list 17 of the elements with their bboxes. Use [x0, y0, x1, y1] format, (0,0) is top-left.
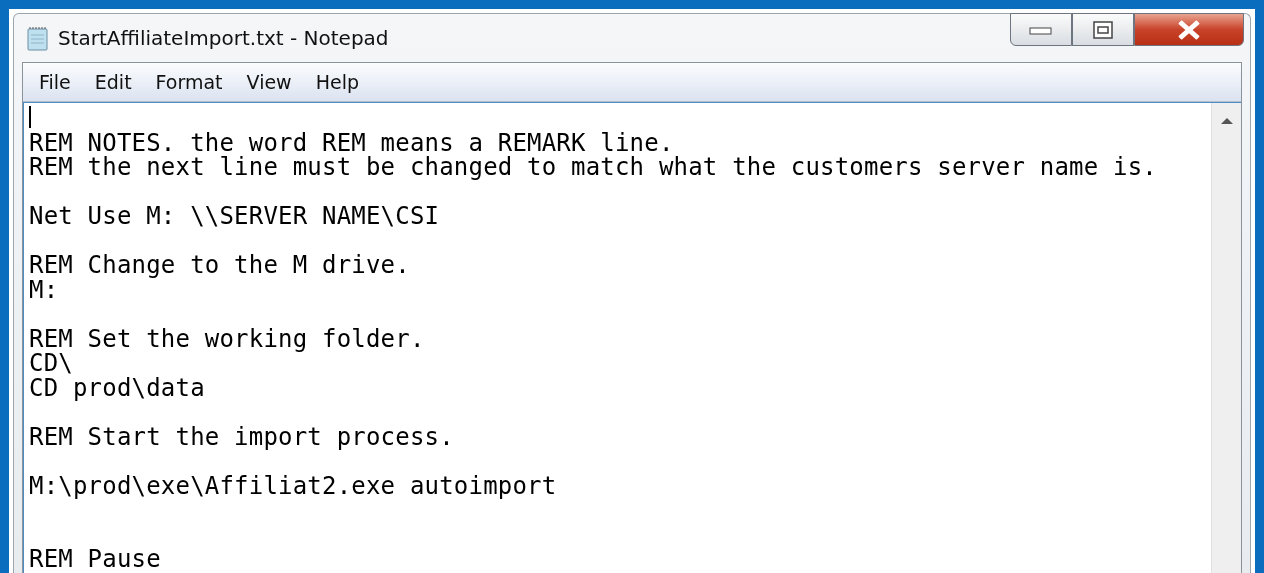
menu-item[interactable]: Format — [143, 71, 235, 93]
minimize-button[interactable] — [1010, 13, 1072, 46]
document-text: REM NOTES. the word REM means a REMARK line. REM the next line must be changed to match what the customers server name is. Net Use M: \\SERVER NAME\CSI REM Change to the M drive. M: REM Set the working folder. CD\ CD prod\data REM Start the import process. M:\prod\exe\Affiliat2.exe autoimport REM Pause — [29, 130, 1158, 572]
close-button[interactable] — [1134, 13, 1244, 46]
notepad-icon — [26, 26, 50, 52]
menu-item[interactable]: Help — [303, 71, 371, 93]
text-cursor — [29, 106, 31, 128]
menu-item[interactable]: File — [27, 71, 83, 93]
minimize-icon — [1029, 24, 1053, 35]
window-title: StartAffiliateImport.txt - Notepad — [58, 26, 389, 50]
menu-item[interactable]: Edit — [82, 71, 144, 93]
menu-item[interactable]: View — [234, 71, 304, 93]
maximize-button[interactable] — [1072, 13, 1134, 46]
close-icon — [1176, 19, 1202, 40]
maximize-icon — [1092, 19, 1114, 40]
vertical-scrollbar[interactable] — [1211, 103, 1241, 573]
scroll-up-arrow-icon[interactable] — [1219, 117, 1234, 125]
